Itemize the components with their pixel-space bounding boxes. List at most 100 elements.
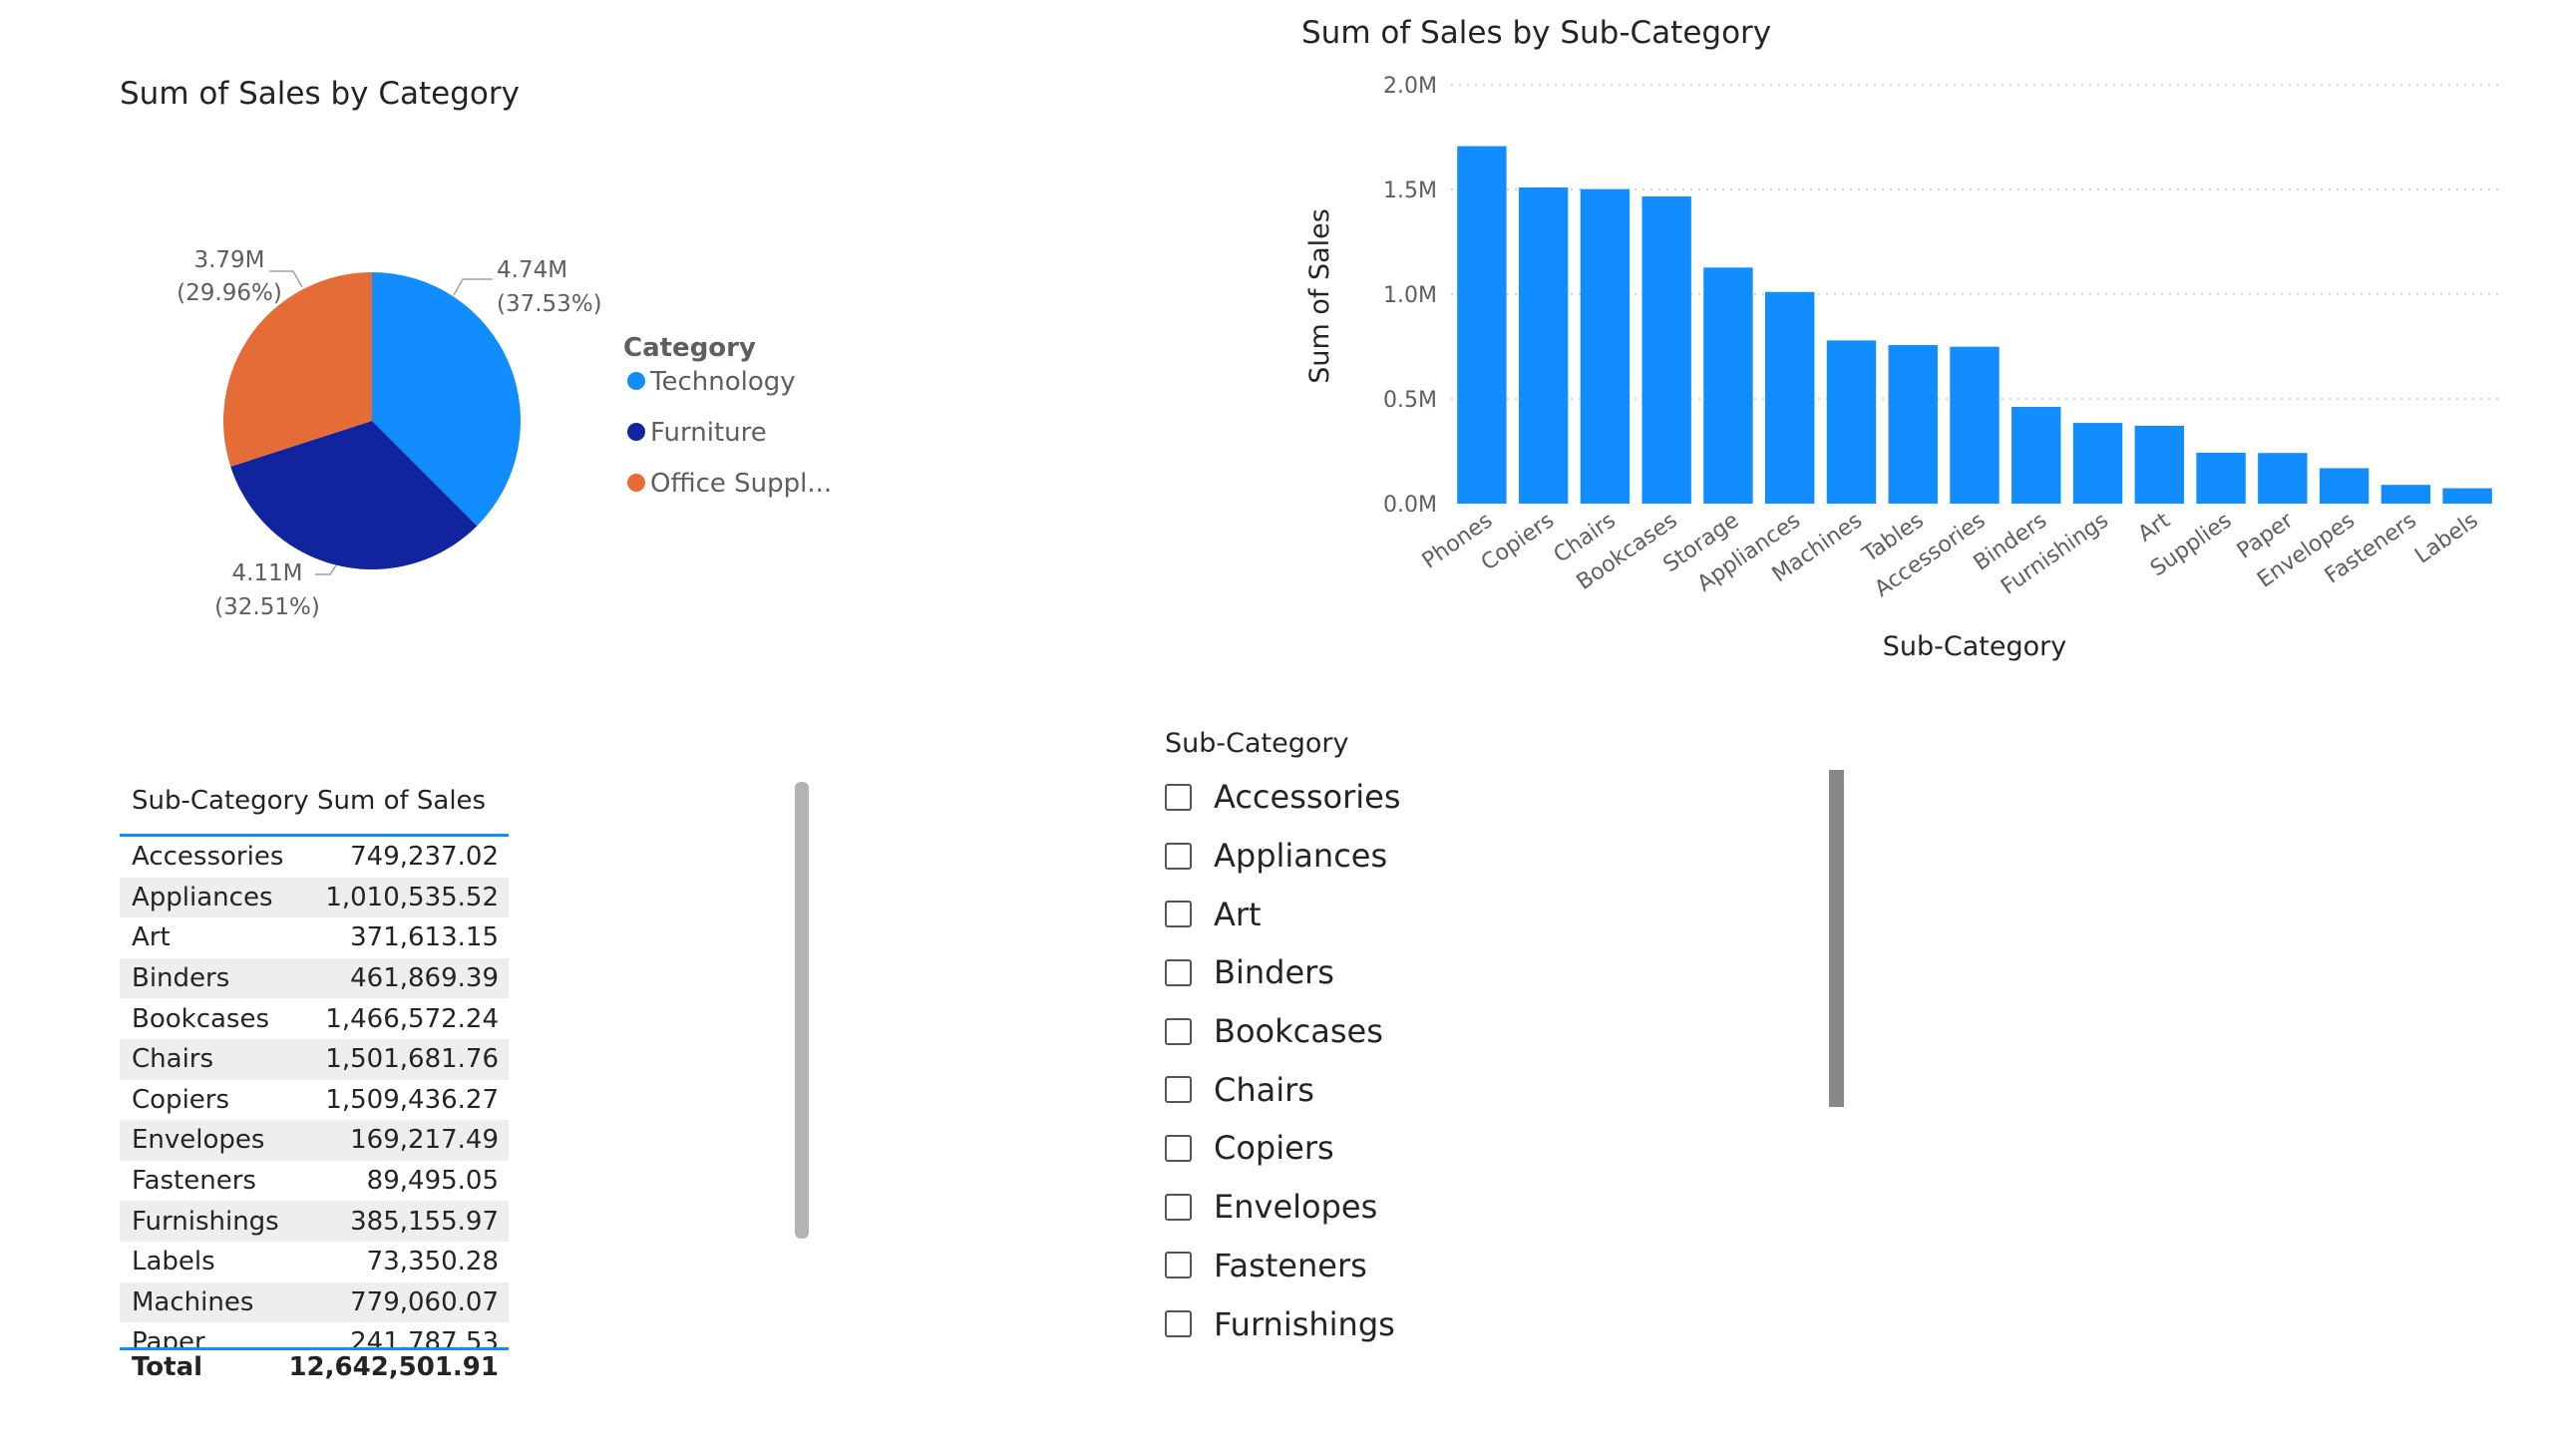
slicer-item-label: Chairs bbox=[1214, 1070, 1314, 1109]
bar-binders[interactable] bbox=[2011, 407, 2061, 504]
table-row[interactable]: Envelopes 169,217.49 bbox=[120, 1120, 509, 1161]
cell-sub-category: Machines bbox=[132, 1286, 254, 1317]
cell-sub-category: Labels bbox=[132, 1247, 215, 1277]
pie-data-label-percent: (32.51%) bbox=[214, 594, 320, 620]
table-row[interactable]: Binders 461,869.39 bbox=[120, 957, 509, 999]
cell-sub-category: Chairs bbox=[132, 1044, 214, 1075]
cell-sub-category: Art bbox=[132, 922, 171, 953]
checkbox-icon[interactable] bbox=[1165, 1134, 1192, 1162]
table-row[interactable]: Art 371,613.15 bbox=[120, 917, 509, 958]
table-row[interactable]: Fasteners 89,495.05 bbox=[120, 1161, 509, 1202]
sales-table: Sub-Category Sum of Sales Accessories 749… bbox=[120, 768, 509, 1384]
table-header: Sub-Category Sum of Sales bbox=[120, 768, 509, 837]
pie-chart-title: Sum of Sales by Category bbox=[120, 76, 520, 112]
cell-sum-of-sales: 89,495.05 bbox=[366, 1166, 499, 1197]
total-value: 12,642,501.91 bbox=[288, 1352, 499, 1382]
bar-paper[interactable] bbox=[2258, 453, 2308, 504]
slicer-item[interactable]: Copiers bbox=[1165, 1119, 1401, 1178]
slicer-item[interactable]: Envelopes bbox=[1165, 1178, 1401, 1237]
pie-chart: 4.74M (37.53%) 4.11M (32.51%) 3.79M (29.96%) C… bbox=[177, 247, 832, 620]
table-row[interactable]: Appliances 1,010,535.52 bbox=[120, 877, 509, 918]
cell-sub-category: Accessories bbox=[132, 842, 284, 873]
cell-sum-of-sales: 461,869.39 bbox=[350, 963, 499, 994]
checkbox-icon[interactable] bbox=[1165, 1076, 1192, 1104]
y-tick-label: 0.0M bbox=[1383, 493, 1437, 518]
table-row[interactable]: Bookcases 1,466,572.24 bbox=[120, 998, 509, 1039]
cell-sub-category: Binders bbox=[132, 963, 230, 994]
slicer-scrollbar[interactable] bbox=[1829, 770, 1844, 1107]
slicer-item[interactable]: Binders bbox=[1165, 943, 1401, 1002]
bar-supplies[interactable] bbox=[2196, 452, 2246, 504]
y-tick-label: 1.0M bbox=[1383, 283, 1437, 308]
slicer-item-label: Binders bbox=[1214, 953, 1334, 992]
cell-sub-category: Envelopes bbox=[132, 1125, 265, 1156]
checkbox-icon[interactable] bbox=[1165, 1193, 1192, 1221]
total-label: Total bbox=[132, 1352, 203, 1382]
bar-phones[interactable] bbox=[1457, 146, 1507, 504]
bar-chart: 0.0M0.5M1.0M1.5M2.0MPhonesCopiersChairsB… bbox=[1304, 74, 2498, 662]
slicer-item-label: Appliances bbox=[1214, 837, 1388, 876]
table-row[interactable]: Furnishings 385,155.97 bbox=[120, 1201, 509, 1242]
table-body: Accessories 749,237.02 Appliances 1,010,535… bbox=[120, 837, 509, 1347]
bar-bookcases[interactable] bbox=[1641, 196, 1691, 504]
checkbox-icon[interactable] bbox=[1165, 1252, 1192, 1279]
bar-appliances[interactable] bbox=[1765, 291, 1815, 504]
sub-category-slicer: Sub-Category Accessories Appliances Art Bin… bbox=[1165, 728, 1401, 1353]
table-row[interactable]: Labels 73,350.28 bbox=[120, 1242, 509, 1282]
checkbox-icon[interactable] bbox=[1165, 958, 1192, 986]
table-row[interactable]: Copiers 1,509,436.27 bbox=[120, 1080, 509, 1121]
y-tick-label: 0.5M bbox=[1383, 388, 1437, 413]
cell-sum-of-sales: 1,501,681.76 bbox=[325, 1044, 499, 1075]
slicer-item[interactable]: Furnishings bbox=[1165, 1294, 1401, 1353]
legend-marker-icon bbox=[627, 372, 645, 390]
pie-data-label-percent: (37.53%) bbox=[497, 291, 602, 317]
checkbox-icon[interactable] bbox=[1165, 842, 1192, 870]
slicer-title: Sub-Category bbox=[1165, 728, 1349, 759]
cell-sum-of-sales: 371,613.15 bbox=[350, 922, 499, 953]
cell-sum-of-sales: 1,466,572.24 bbox=[325, 1003, 499, 1034]
bar-fasteners[interactable] bbox=[2380, 485, 2431, 504]
header-sub-category[interactable]: Sub-Category bbox=[120, 786, 309, 816]
bar-tables[interactable] bbox=[1888, 345, 1938, 504]
cell-sum-of-sales: 169,217.49 bbox=[350, 1125, 499, 1156]
table-row[interactable]: Accessories 749,237.02 bbox=[120, 837, 509, 878]
bar-furnishings[interactable] bbox=[2072, 423, 2123, 504]
bar-machines[interactable] bbox=[1826, 340, 1877, 504]
bar-copiers[interactable] bbox=[1518, 187, 1569, 505]
table-row[interactable]: Paper 241,787.53 bbox=[120, 1322, 509, 1347]
bar-envelopes[interactable] bbox=[2319, 468, 2370, 504]
slicer-item-label: Art bbox=[1214, 895, 1262, 933]
checkbox-icon[interactable] bbox=[1165, 1017, 1192, 1045]
header-sum-of-sales[interactable]: Sum of Sales bbox=[309, 786, 509, 816]
checkbox-icon[interactable] bbox=[1165, 1310, 1192, 1338]
x-axis-title: Sub-Category bbox=[1883, 631, 2066, 662]
legend-item-label[interactable]: Technology bbox=[649, 367, 796, 397]
x-tick-label: Art bbox=[2134, 508, 2175, 546]
slicer-item[interactable]: Bookcases bbox=[1165, 1002, 1401, 1061]
table-row[interactable]: Chairs 1,501,681.76 bbox=[120, 1038, 509, 1080]
table-scrollbar[interactable] bbox=[795, 782, 809, 1239]
bar-art[interactable] bbox=[2134, 425, 2184, 504]
slicer-item[interactable]: Chairs bbox=[1165, 1060, 1401, 1119]
y-tick-label: 1.5M bbox=[1383, 179, 1437, 203]
cell-sum-of-sales: 385,155.97 bbox=[350, 1206, 499, 1237]
cell-sum-of-sales: 779,060.07 bbox=[350, 1286, 499, 1317]
slicer-item[interactable]: Appliances bbox=[1165, 827, 1401, 886]
legend-item-label[interactable]: Furniture bbox=[650, 418, 767, 448]
slicer-item-label: Furnishings bbox=[1214, 1304, 1395, 1343]
checkbox-icon[interactable] bbox=[1165, 783, 1192, 811]
slicer-item[interactable]: Accessories bbox=[1165, 768, 1401, 827]
bar-chart-title: Sum of Sales by Sub-Category bbox=[1301, 15, 1772, 51]
checkbox-icon[interactable] bbox=[1165, 901, 1192, 928]
table-row[interactable]: Machines 779,060.07 bbox=[120, 1281, 509, 1323]
bar-accessories[interactable] bbox=[1950, 346, 2000, 504]
legend-marker-icon bbox=[627, 474, 645, 492]
bar-chairs[interactable] bbox=[1580, 188, 1631, 504]
slicer-item[interactable]: Fasteners bbox=[1165, 1237, 1401, 1295]
slicer-item[interactable]: Art bbox=[1165, 885, 1401, 943]
legend-item-label[interactable]: Office Suppl... bbox=[650, 469, 832, 499]
bar-labels[interactable] bbox=[2442, 488, 2492, 504]
bar-storage[interactable] bbox=[1703, 267, 1753, 504]
cell-sum-of-sales: 749,237.02 bbox=[350, 842, 499, 873]
cell-sum-of-sales: 1,509,436.27 bbox=[325, 1084, 499, 1115]
